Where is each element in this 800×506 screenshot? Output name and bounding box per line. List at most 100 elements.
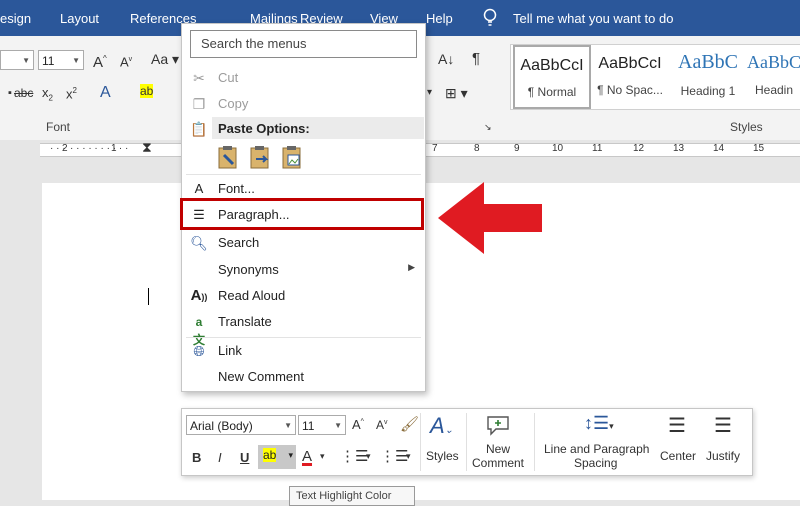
submenu-arrow-icon: ▶ (408, 262, 415, 272)
style-name: ¶ No Spac... (597, 83, 663, 97)
line-spacing-label-2[interactable]: Spacing (574, 456, 617, 470)
mini-font-size-combo[interactable]: 11 ▼ (298, 415, 346, 435)
paste-options-label-bg: Paste Options: (212, 117, 424, 139)
tab-design[interactable]: esign (0, 11, 31, 26)
justify-icon[interactable]: ☰ (714, 413, 732, 438)
line-spacing-icon[interactable]: ↕☰▾ (584, 413, 614, 434)
styles-button-label[interactable]: Styles (426, 449, 459, 463)
paragraph-launcher-icon[interactable]: ↘ (484, 116, 492, 138)
highlight-icon[interactable]: ab (140, 80, 154, 102)
shading-dropdown-icon[interactable]: ▾ (427, 82, 432, 104)
style-name: ¶ Normal (527, 85, 577, 99)
tell-me-search[interactable]: Tell me what you want to do (513, 11, 673, 26)
menu-search-input[interactable]: Search the menus (190, 30, 417, 58)
sort-icon[interactable]: A↓ (438, 48, 454, 70)
indent-marker-icon[interactable]: ⧗ (142, 139, 152, 156)
style-normal[interactable]: AaBbCcI ¶ Normal (513, 45, 591, 109)
menu-item-link[interactable]: 🌐︎ Link (182, 339, 425, 363)
text-cursor (148, 288, 149, 305)
underline-button[interactable]: U (240, 450, 249, 465)
chevron-down-icon[interactable]: ▾ (320, 451, 325, 462)
font-size-value: 11 (42, 54, 55, 68)
ruler-number: 8 (474, 143, 480, 154)
superscript-icon[interactable]: x2 (66, 80, 77, 102)
read-aloud-icon: A)) (190, 287, 208, 304)
menu-label: Link (218, 343, 242, 358)
tab-layout[interactable]: Layout (60, 11, 99, 26)
styles-group-label: Styles (730, 120, 763, 134)
divider (534, 413, 535, 471)
new-comment-label-2[interactable]: Comment (472, 456, 524, 470)
subscript-icon[interactable]: x2 (42, 82, 53, 104)
bold-button[interactable]: B (192, 450, 201, 465)
menu-item-synonyms[interactable]: Synonyms ▶ (182, 258, 425, 282)
style-name: Heading 1 (680, 84, 736, 98)
ruler-number: 2 (62, 143, 68, 154)
italic-button[interactable]: I (218, 450, 222, 465)
styles-gallery: AaBbCcI ¶ Normal AaBbCcI ¶ No Spac... Aa… (510, 44, 800, 110)
ruler-dots: · · · · · · · · · · (70, 143, 129, 154)
style-heading-2[interactable]: AaBbC Headin (747, 45, 800, 109)
font-color-icon[interactable]: A (302, 448, 312, 465)
ribbon-chevron-icon[interactable]: ▪ (8, 82, 12, 104)
mini-grow-font-icon[interactable]: A^ (352, 417, 364, 432)
menu-label: Read Aloud (218, 288, 286, 303)
style-preview: AaBbC (747, 52, 800, 72)
new-comment-label-1[interactable]: New (486, 442, 510, 456)
strikethrough-icon[interactable]: abc (14, 82, 33, 104)
menu-item-search[interactable]: 🔍︎ Search (182, 231, 425, 255)
chevron-down-icon[interactable]: ▾ (406, 451, 411, 462)
styles-icon[interactable]: A⌄ (430, 413, 453, 439)
mini-toolbar: Arial (Body) ▼ 11 ▼ A^ Av 🖌︎ B I U ab ▾ A … (181, 408, 753, 476)
mini-font-name-combo[interactable]: Arial (Body) ▼ (186, 415, 296, 435)
borders-icon[interactable]: ⊞ ▾ (445, 82, 468, 104)
paste-picture-icon[interactable] (280, 145, 304, 169)
show-formatting-icon[interactable]: ¶ (472, 48, 480, 70)
font-size-combo[interactable]: 11 ▼ (38, 50, 84, 70)
grow-font-icon[interactable]: A^ (93, 48, 107, 71)
center-button-label[interactable]: Center (660, 449, 696, 463)
mini-font-name-value: Arial (Body) (190, 419, 253, 433)
menu-label: Font... (218, 181, 255, 196)
numbering-icon[interactable]: ⋮☰ (380, 447, 408, 465)
divider (420, 413, 421, 471)
mini-shrink-font-icon[interactable]: Av (376, 418, 388, 432)
menu-label: Search (218, 235, 260, 250)
menu-item-translate[interactable]: a文 Translate (182, 310, 425, 347)
chevron-down-icon[interactable]: ▾ (366, 451, 371, 462)
bullets-icon[interactable]: ⋮☰ (340, 447, 368, 465)
new-comment-icon[interactable] (486, 415, 512, 437)
link-globe-icon: 🌐︎ (193, 343, 205, 359)
shrink-font-icon[interactable]: Av (120, 49, 132, 71)
paste-merge-formatting-icon[interactable] (248, 145, 272, 169)
tab-help[interactable]: Help (426, 11, 453, 26)
menu-label: Copy (218, 96, 249, 111)
search-icon: 🔍︎ (190, 235, 208, 251)
change-case-icon[interactable]: Aa ▾ (151, 48, 179, 70)
style-heading-1[interactable]: AaBbC Heading 1 (669, 45, 747, 109)
ruler-number: 13 (673, 143, 685, 154)
font-name-combo[interactable]: ▼ (0, 50, 34, 70)
paste-keep-formatting-icon[interactable] (216, 145, 240, 169)
ruler-number: 10 (552, 143, 564, 154)
ruler-number: 14 (713, 143, 725, 154)
menu-item-cut[interactable]: ✂ Cut (182, 66, 425, 90)
scissors-icon: ✂ (193, 70, 205, 86)
tooltip: Text Highlight Color (289, 486, 415, 506)
font-icon: A (194, 181, 204, 196)
menu-item-new-comment[interactable]: New Comment (182, 365, 425, 389)
menu-label: Cut (218, 70, 239, 85)
line-spacing-label-1[interactable]: Line and Paragraph (544, 442, 649, 456)
menu-separator (186, 174, 421, 175)
text-effects-icon[interactable]: A (100, 82, 111, 104)
ruler-number: 11 (592, 143, 603, 154)
menu-item-read-aloud[interactable]: A)) Read Aloud (182, 284, 425, 308)
highlight-button[interactable]: ab ▾ (258, 445, 296, 469)
justify-button-label[interactable]: Justify (706, 449, 740, 463)
style-no-spacing[interactable]: AaBbCcI ¶ No Spac... (591, 45, 669, 109)
ruler-number: 7 (432, 143, 438, 154)
menu-item-copy[interactable]: ❐ Copy (182, 92, 425, 116)
ruler-number: 9 (514, 143, 520, 154)
align-center-icon[interactable]: ☰ (668, 413, 686, 438)
format-painter-icon[interactable]: 🖌︎ (400, 415, 419, 433)
